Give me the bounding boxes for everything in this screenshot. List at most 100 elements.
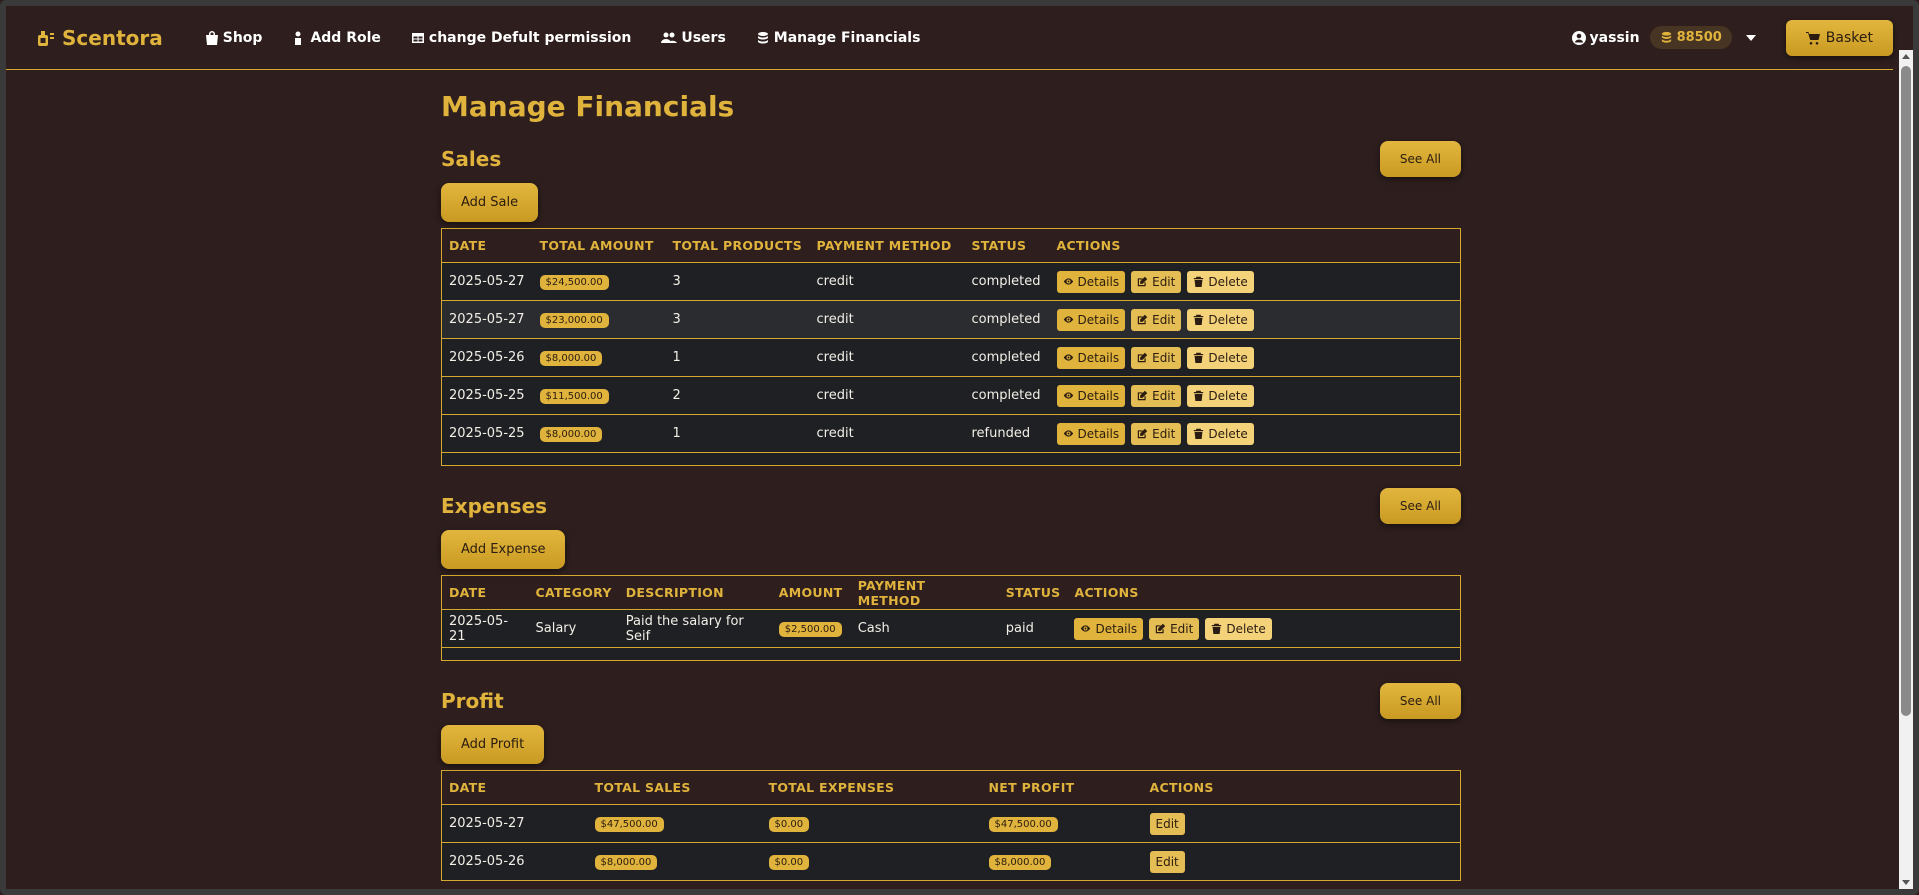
table-icon bbox=[411, 32, 424, 43]
delete-button-label: Delete bbox=[1226, 621, 1266, 636]
column-header: NET PROFIT bbox=[981, 770, 1143, 805]
table-cell: credit bbox=[809, 376, 965, 415]
delete-button[interactable]: Delete bbox=[1187, 308, 1254, 331]
table-cell: refunded bbox=[964, 414, 1050, 453]
delete-button[interactable]: Delete bbox=[1205, 617, 1272, 640]
column-header: DATE bbox=[441, 770, 588, 805]
table-row: 2025-05-27 $47,500.00 $0.00 $47,500.00 Edit bbox=[441, 804, 1461, 843]
edit-icon bbox=[1137, 314, 1148, 325]
column-header: CATEGORY bbox=[528, 575, 619, 610]
column-header: TOTAL SALES bbox=[587, 770, 762, 805]
profit-see-all-button[interactable]: See All bbox=[1379, 683, 1461, 719]
column-header: TOTAL AMOUNT bbox=[532, 228, 666, 263]
scroll-down-arrow[interactable] bbox=[1902, 880, 1910, 885]
table-cell: $24,500.00 bbox=[532, 262, 666, 301]
column-header: AMOUNT bbox=[771, 575, 851, 610]
scroll-thumb[interactable] bbox=[1901, 66, 1911, 716]
table-cell: credit bbox=[809, 262, 965, 301]
table-cell: 1 bbox=[665, 338, 810, 377]
edit-button[interactable]: Edit bbox=[1149, 812, 1185, 835]
column-header: PAYMENT METHOD bbox=[850, 575, 999, 610]
edit-button[interactable]: Edit bbox=[1131, 422, 1182, 445]
sales-section: Sales See All Add Sale DATE TOTAL AMOUNT T… bbox=[441, 141, 1461, 466]
delete-button-label: Delete bbox=[1208, 274, 1248, 289]
nav-change-permission[interactable]: change Defult permission bbox=[411, 30, 631, 46]
profit-section: Profit See All Add Profit DATE TOTAL SALE… bbox=[441, 683, 1461, 881]
edit-button[interactable]: Edit bbox=[1131, 270, 1182, 293]
edit-button[interactable]: Edit bbox=[1131, 346, 1182, 369]
table-cell: $47,500.00 bbox=[981, 804, 1143, 843]
delete-button[interactable]: Delete bbox=[1187, 346, 1254, 369]
person-plus-icon bbox=[295, 31, 302, 45]
table-cell: 2025-05-25 bbox=[441, 414, 533, 453]
page-scrollbar[interactable] bbox=[1899, 50, 1913, 889]
edit-button[interactable]: Edit bbox=[1131, 384, 1182, 407]
edit-button[interactable]: Edit bbox=[1149, 850, 1185, 873]
details-button-label: Details bbox=[1077, 388, 1120, 403]
expenses-section: Expenses See All Add Expense DATE CATEGOR… bbox=[441, 488, 1461, 661]
sales-see-all-button[interactable]: See All bbox=[1379, 141, 1461, 177]
nav-change-permission-label: change Defult permission bbox=[428, 29, 632, 46]
table-cell: $0.00 bbox=[761, 804, 982, 843]
details-button-label: Details bbox=[1095, 621, 1138, 636]
table-cell: 2025-05-21 bbox=[441, 609, 529, 648]
table-cell: 2025-05-26 bbox=[441, 842, 588, 881]
nav-users[interactable]: Users bbox=[661, 29, 726, 46]
delete-button[interactable]: Delete bbox=[1187, 422, 1254, 445]
table-cell: $0.00 bbox=[761, 842, 982, 881]
delete-button-label: Delete bbox=[1208, 312, 1248, 327]
chevron-down-icon[interactable] bbox=[1745, 34, 1756, 41]
details-button[interactable]: Details bbox=[1056, 308, 1126, 331]
table-cell: 2025-05-25 bbox=[441, 376, 533, 415]
trash-icon bbox=[1194, 390, 1204, 401]
edit-button[interactable]: Edit bbox=[1149, 617, 1200, 640]
trash-icon bbox=[1212, 623, 1222, 634]
details-button[interactable]: Details bbox=[1074, 617, 1144, 640]
column-header: PAYMENT METHOD bbox=[809, 228, 965, 263]
table-cell: credit bbox=[809, 338, 965, 377]
scroll-up-arrow[interactable] bbox=[1902, 54, 1910, 59]
nav-manage-financials-label: Manage Financials bbox=[773, 29, 921, 46]
main-content: Manage Financials Sales See All Add Sale… bbox=[441, 90, 1461, 895]
details-button[interactable]: Details bbox=[1056, 270, 1126, 293]
coin-amount: 88500 bbox=[1676, 30, 1722, 45]
nav-manage-financials[interactable]: Manage Financials bbox=[756, 29, 921, 46]
add-sale-button[interactable]: Add Sale bbox=[441, 183, 539, 222]
table-cell: 2025-05-27 bbox=[441, 804, 588, 843]
user-menu[interactable]: yassin bbox=[1571, 30, 1640, 46]
basket-button[interactable]: Basket bbox=[1785, 19, 1893, 56]
table-row: 2025-05-21 Salary Paid the salary for Seif… bbox=[441, 609, 1461, 648]
edit-button-label: Edit bbox=[1152, 388, 1176, 403]
nav-add-role-label: Add Role bbox=[310, 29, 381, 46]
table-cell: 3 bbox=[665, 300, 810, 339]
add-expense-button[interactable]: Add Expense bbox=[441, 530, 566, 569]
table-cell: completed bbox=[964, 300, 1050, 339]
details-button[interactable]: Details bbox=[1056, 346, 1126, 369]
details-button[interactable]: Details bbox=[1056, 384, 1126, 407]
edit-button-label: Edit bbox=[1152, 426, 1176, 441]
nav-shop[interactable]: Shop bbox=[205, 30, 262, 46]
details-button-label: Details bbox=[1077, 312, 1120, 327]
details-button[interactable]: Details bbox=[1056, 422, 1126, 445]
brand-logo[interactable]: Scentora bbox=[36, 26, 163, 50]
brand-name: Scentora bbox=[62, 25, 163, 50]
add-profit-button[interactable]: Add Profit bbox=[441, 725, 545, 764]
nav-users-label: Users bbox=[681, 29, 726, 46]
trash-icon bbox=[1194, 428, 1204, 439]
actions-cell: Edit bbox=[1142, 842, 1461, 881]
delete-button[interactable]: Delete bbox=[1187, 384, 1254, 407]
nav-add-role[interactable]: Add Role bbox=[292, 29, 381, 46]
delete-button[interactable]: Delete bbox=[1187, 270, 1254, 293]
table-cell: 3 bbox=[665, 262, 810, 301]
edit-button[interactable]: Edit bbox=[1131, 308, 1182, 331]
coin-balance: 88500 bbox=[1649, 26, 1732, 49]
edit-button-label: Edit bbox=[1152, 274, 1176, 289]
edit-button-label: Edit bbox=[1152, 312, 1176, 327]
amount-badge: $47,500.00 bbox=[594, 816, 664, 832]
eye-icon bbox=[1063, 354, 1073, 361]
edit-button-label: Edit bbox=[1155, 854, 1179, 869]
table-cell: completed bbox=[964, 338, 1050, 377]
edit-icon bbox=[1137, 352, 1148, 363]
expenses-see-all-button[interactable]: See All bbox=[1379, 488, 1461, 524]
table-cell: 2 bbox=[665, 376, 810, 415]
